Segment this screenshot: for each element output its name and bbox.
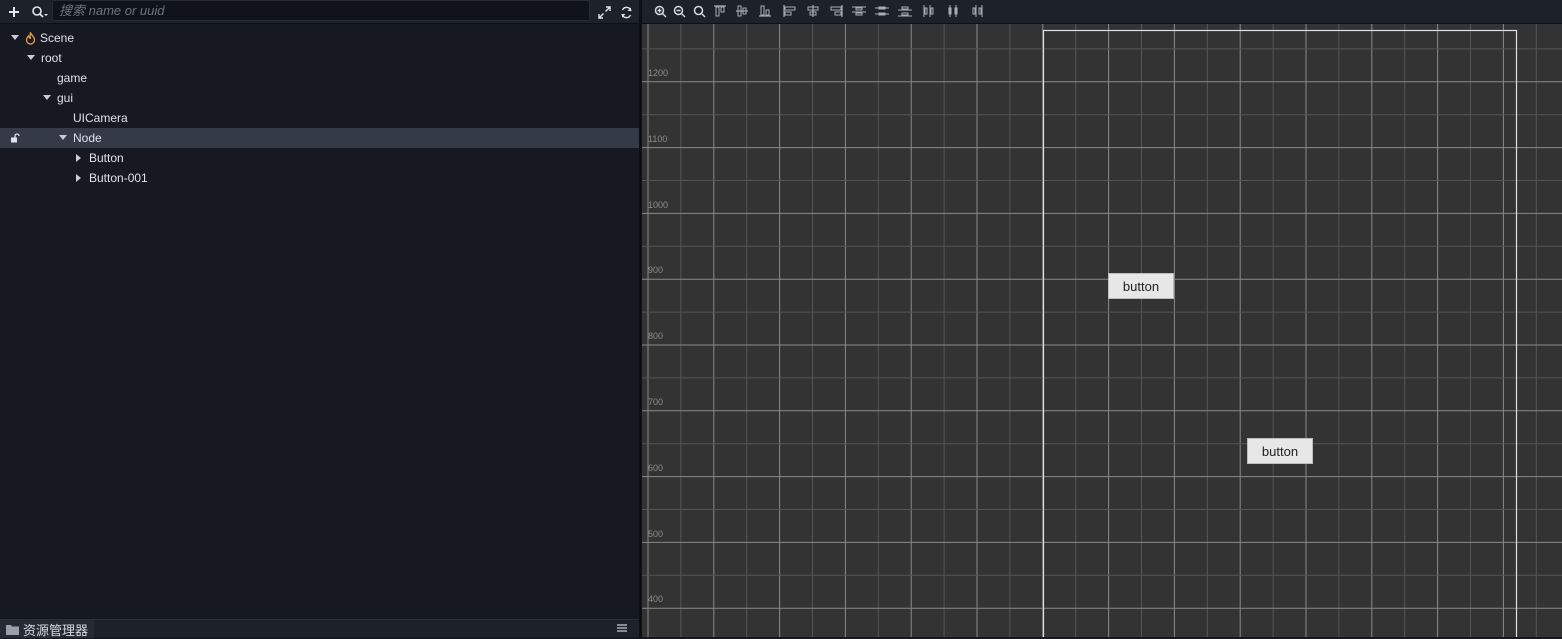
tree-node-root[interactable]: root [0,48,639,68]
align-right-button[interactable] [827,2,845,20]
distribute-left-button[interactable] [920,2,938,20]
add-node-button[interactable] [4,2,24,22]
tree-node-node[interactable]: Node [0,128,639,148]
ruler-label-500: 500 [648,529,664,539]
distribute-bottom-icon [898,6,912,17]
expand-arrow-icon[interactable] [73,148,85,168]
align-top-icon [714,5,726,17]
hierarchy-toolbar [0,0,639,24]
collapse-arrow-icon[interactable] [57,128,69,148]
unlock-icon[interactable] [10,133,20,143]
scene-button-node[interactable]: button [1108,273,1174,299]
distribute-top-icon [852,6,866,16]
align-vcenter-button[interactable] [733,2,751,20]
ruler-label-1200: 1200 [648,68,669,78]
align-top-button[interactable] [711,2,729,20]
tree-node-label: Button-001 [89,171,148,185]
distribute-top-button[interactable] [850,2,868,20]
distribute-horizontal-center-icon [948,5,958,17]
distribute-right-button[interactable] [968,2,986,20]
tree-node-game[interactable]: game [0,68,639,88]
distribute-right-icon [972,5,983,17]
zoom-in-icon [654,5,666,17]
collapse-arrow-icon[interactable] [9,28,21,48]
ruler-label-800: 800 [648,331,664,341]
canvas-frame [1042,29,1518,637]
align-vertical-center-icon [736,5,748,17]
tree-node-label: root [41,51,62,65]
expand-arrow-icon[interactable] [73,168,85,188]
bottom-tab-bar: 资源管理器 [0,619,639,638]
flame-icon [24,28,36,48]
collapse-arrow-icon[interactable] [25,48,37,68]
expand-all-button[interactable] [594,2,614,22]
ruler-label-1100: 1100 [648,134,668,144]
distribute-vertical-center-icon [875,6,889,16]
tree-node-label: gui [57,91,74,105]
refresh-button[interactable] [616,2,636,22]
align-horizontal-center-icon [807,5,819,17]
collapse-arrow-icon[interactable] [41,88,53,108]
tab-label: 资源管理器 [23,622,89,638]
tab-assets[interactable]: 资源管理器 [0,620,95,638]
align-right-icon [830,5,843,17]
ruler-label-700: 700 [648,397,664,407]
zoom-out-button[interactable] [670,2,688,20]
search-filter-button[interactable] [28,2,52,22]
expand-icon [597,5,611,19]
menu-icon[interactable] [617,623,627,633]
distribute-vcenter-button[interactable] [873,2,891,20]
refresh-icon [620,6,632,18]
align-bottom-icon [759,5,771,17]
distribute-bottom-button[interactable] [896,2,914,20]
zoom-out-icon [673,5,685,17]
distribute-left-icon [923,5,934,17]
distribute-hcenter-button[interactable] [944,2,962,20]
scene-toolbar [642,0,1562,24]
tree-node-scene[interactable]: Scene [0,28,639,48]
zoom-in-button[interactable] [651,2,669,20]
tree-node-button[interactable]: Button [0,148,639,168]
folder-icon [6,624,19,635]
tree-node-label: Button [89,151,124,165]
tree-node-label: UICamera [73,111,128,125]
search-input[interactable] [52,0,590,21]
tree-node-label: Scene [40,31,75,45]
tree-node-uicamera[interactable]: UICamera [0,108,639,128]
tree-node-label: Node [73,131,102,145]
zoom-reset-button[interactable] [690,2,708,20]
ruler-label-900: 900 [648,265,664,275]
align-left-button[interactable] [781,2,799,20]
search-icon [32,6,48,18]
scene-button-node-001[interactable]: button [1247,438,1313,464]
tree-node-button-001[interactable]: Button-001 [0,168,639,188]
ruler-label-400: 400 [648,594,664,604]
tree-node-label: game [57,71,88,85]
node-tree: Scene root game gui UICamera Node Button… [0,28,639,188]
align-left-icon [783,5,796,17]
plus-icon [9,7,19,17]
zoom-reset-icon [693,5,705,17]
ruler-label-600: 600 [648,463,664,473]
scene-grid [642,24,1562,637]
align-bottom-button[interactable] [756,2,774,20]
align-hcenter-button[interactable] [804,2,822,20]
scene-view[interactable]: 1200 1100 1000 900 800 700 600 500 400 b… [642,24,1562,637]
hierarchy-panel: Scene root game gui UICamera [0,0,639,638]
tree-node-gui[interactable]: gui [0,88,639,108]
ruler-label-1000: 1000 [648,200,669,210]
